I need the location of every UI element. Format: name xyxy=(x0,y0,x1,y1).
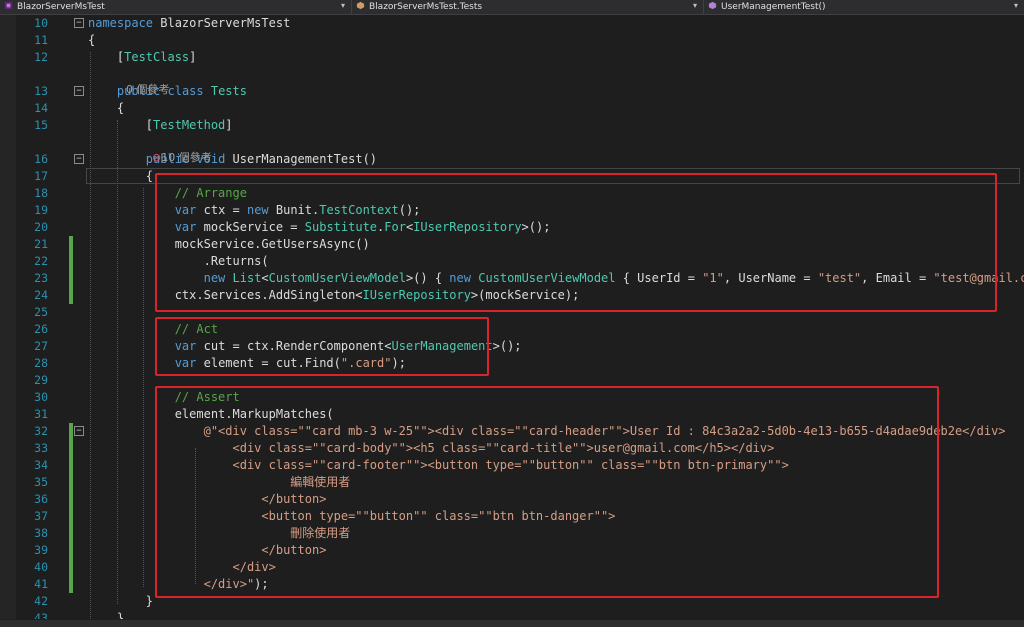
line-number: 25 xyxy=(34,305,48,319)
line-number: 26 xyxy=(34,322,48,336)
code-token: TestClass xyxy=(124,50,190,64)
line-number: 33 xyxy=(34,441,48,455)
line-number: 18 xyxy=(34,186,48,200)
status-bar xyxy=(0,620,1024,627)
code-lens-references[interactable]: 0 個參考 xyxy=(112,66,170,96)
project-dropdown[interactable]: BlazorServerMsTest ▾ xyxy=(0,0,352,14)
code-line[interactable]: 15 [TestMethod] xyxy=(0,117,1024,133)
code-text: } xyxy=(88,593,153,609)
line-number: 29 xyxy=(34,373,48,387)
navigation-bar: BlazorServerMsTest ▾ BlazorServerMsTest.… xyxy=(0,0,1024,15)
line-number: 21 xyxy=(34,237,48,251)
line-number: 36 xyxy=(34,492,48,506)
line-number: 32 xyxy=(34,424,48,438)
project-icon xyxy=(4,1,17,13)
code-token: namespace xyxy=(88,16,154,30)
line-number: 37 xyxy=(34,509,48,523)
line-number: 23 xyxy=(34,271,48,285)
chevron-down-icon: ▾ xyxy=(692,1,697,10)
line-number: 34 xyxy=(34,458,48,472)
code-lens-references[interactable]: ⊗10 個參考 xyxy=(138,134,212,164)
line-number: 43 xyxy=(34,611,48,619)
code-token: [ xyxy=(88,50,125,64)
act-highlight-box xyxy=(155,317,489,376)
code-token: class xyxy=(167,84,204,98)
line-number: 40 xyxy=(34,560,48,574)
line-number: 20 xyxy=(34,220,48,234)
code-token: [ xyxy=(88,118,154,132)
project-label: BlazorServerMsTest xyxy=(17,2,105,12)
code-text: } xyxy=(88,610,124,619)
line-number: 39 xyxy=(34,543,48,557)
line-number: 27 xyxy=(34,339,48,353)
line-number: 41 xyxy=(34,577,48,591)
code-line[interactable]: 27 var cut = ctx.RenderComponent<UserMan… xyxy=(0,338,1024,354)
line-number: 16 xyxy=(34,152,48,166)
line-number: 31 xyxy=(34,407,48,421)
code-token: { xyxy=(88,33,96,47)
code-token: ] xyxy=(225,118,233,132)
code-line[interactable]: 43 } xyxy=(0,610,1024,619)
code-line[interactable]: 12 [TestClass] xyxy=(0,49,1024,65)
line-number: 17 xyxy=(34,169,48,183)
line-number: 38 xyxy=(34,526,48,540)
chevron-down-icon: ▾ xyxy=(1013,1,1018,10)
method-icon xyxy=(708,1,721,13)
type-label: BlazorServerMsTest.Tests xyxy=(369,2,483,12)
member-dropdown[interactable]: UserManagementTest() ▾ xyxy=(704,0,1024,14)
line-number: 30 xyxy=(34,390,48,404)
code-token: ] xyxy=(189,50,197,64)
line-number: 12 xyxy=(34,50,48,64)
code-token: >(); xyxy=(492,339,522,353)
line-number: 13 xyxy=(34,84,48,98)
code-token: BlazorServerMsTest xyxy=(153,16,291,30)
code-line[interactable]: 14 { xyxy=(0,100,1024,116)
line-number: 42 xyxy=(34,594,48,608)
line-number: 24 xyxy=(34,288,48,302)
arrange-highlight-box xyxy=(155,173,997,312)
code-line[interactable]: 28 var element = cut.Find(".card"); xyxy=(0,355,1024,371)
member-label: UserManagementTest() xyxy=(721,2,826,12)
line-number: 22 xyxy=(34,254,48,268)
code-token: } xyxy=(88,594,154,608)
test-status-icon: ⊗ xyxy=(152,151,162,164)
code-text: public void UserManagementTest() xyxy=(88,151,377,167)
code-line[interactable]: 11 { xyxy=(0,32,1024,48)
line-number: 35 xyxy=(34,475,48,489)
class-icon xyxy=(356,1,369,13)
code-text: [TestMethod] xyxy=(88,117,233,133)
code-editor[interactable]: − − − − 10 namespace BlazorServerMsTest 11… xyxy=(0,15,1024,619)
code-line[interactable]: 26 // Act xyxy=(0,321,1024,337)
line-number: 10 xyxy=(34,16,48,30)
code-token: } xyxy=(88,611,125,619)
line-number: 19 xyxy=(34,203,48,217)
references-label: 0 個參考 xyxy=(126,83,170,96)
code-line[interactable]: 10 namespace BlazorServerMsTest xyxy=(0,15,1024,31)
line-number: 11 xyxy=(34,33,48,47)
references-label: 10 個參考 xyxy=(161,151,212,164)
code-text: { xyxy=(88,32,95,48)
code-text: namespace BlazorServerMsTest xyxy=(88,15,290,31)
line-number: 14 xyxy=(34,101,48,115)
chevron-down-icon: ▾ xyxy=(340,1,345,10)
code-token: TestMethod xyxy=(153,118,226,132)
type-dropdown[interactable]: BlazorServerMsTest.Tests ▾ xyxy=(352,0,704,14)
assert-highlight-box xyxy=(155,386,939,598)
code-text: [TestClass] xyxy=(88,49,197,65)
code-token: UserManagementTest() xyxy=(225,152,378,166)
code-token: Tests xyxy=(210,84,247,98)
line-number: 15 xyxy=(34,118,48,132)
line-number: 28 xyxy=(34,356,48,370)
